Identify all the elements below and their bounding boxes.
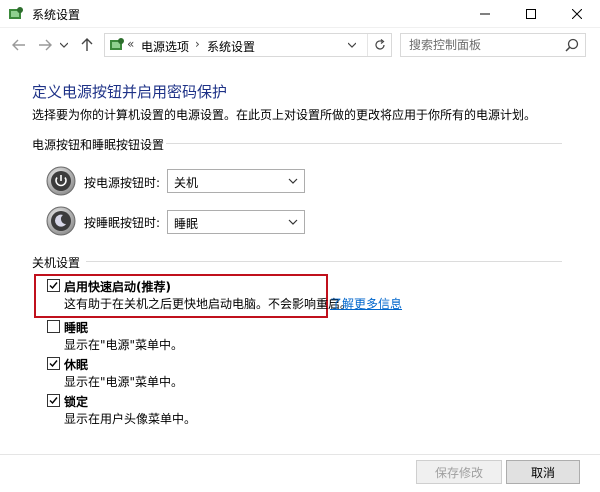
breadcrumb-overflow[interactable]: « — [127, 37, 134, 51]
shutdown-settings-group-title: 关机设置 — [32, 256, 81, 270]
chevron-down-icon — [288, 219, 298, 225]
checkmark-icon — [49, 282, 58, 290]
forward-arrow-icon — [39, 39, 52, 51]
group-divider — [166, 143, 562, 144]
close-icon — [572, 9, 582, 19]
sleep-button-label: 按睡眠按钮时: — [84, 216, 161, 230]
back-button[interactable] — [10, 36, 28, 54]
page-description: 选择要为你的计算机设置的电源设置。在此页上对设置所做的更改将应用于你所有的电源计… — [32, 108, 537, 122]
page-title: 定义电源按钮并启用密码保护 — [32, 83, 228, 101]
hibernate-option-title: 休眠 — [64, 358, 89, 372]
learn-more-link[interactable]: 了解更多信息 — [330, 295, 402, 312]
power-button-label: 按电源按钮时: — [84, 176, 161, 190]
refresh-button[interactable] — [367, 34, 391, 56]
cancel-button[interactable]: 取消 — [506, 460, 580, 484]
recent-locations-button[interactable] — [58, 36, 70, 54]
up-button[interactable] — [78, 36, 96, 54]
search-box[interactable] — [400, 33, 586, 57]
sleep-button-icon — [46, 206, 76, 236]
power-button-action-select[interactable]: 关机 — [167, 169, 305, 193]
title-bar: 系统设置 — [0, 0, 600, 28]
checkmark-icon — [49, 397, 58, 405]
lock-option-title: 锁定 — [64, 395, 89, 409]
address-bar[interactable]: « 电源选项 › 系统设置 — [104, 33, 392, 57]
address-dropdown-button[interactable] — [343, 35, 361, 55]
fast-startup-checkbox[interactable] — [47, 279, 60, 292]
lock-checkbox[interactable] — [47, 394, 60, 407]
sleep-checkbox[interactable] — [47, 320, 60, 333]
minimize-icon — [480, 13, 490, 15]
maximize-icon — [526, 9, 536, 19]
navigation-bar: « 电源选项 › 系统设置 — [0, 28, 600, 62]
checkmark-icon — [49, 360, 58, 368]
save-changes-button[interactable]: 保存修改 — [416, 460, 502, 484]
refresh-icon — [374, 39, 385, 50]
window-title: 系统设置 — [32, 8, 81, 22]
breadcrumb-system-settings[interactable]: 系统设置 — [207, 38, 255, 55]
hibernate-option-description: 显示在"电源"菜单中。 — [64, 375, 184, 389]
lock-option-description: 显示在用户头像菜单中。 — [64, 412, 197, 426]
breadcrumb-separator: › — [195, 37, 200, 51]
footer-divider — [0, 454, 600, 455]
chevron-down-icon — [288, 178, 298, 184]
power-buttons-group-title: 电源按钮和睡眠按钮设置 — [32, 138, 165, 152]
chevron-down-icon — [60, 42, 68, 48]
select-value: 睡眠 — [174, 217, 199, 231]
select-value: 关机 — [174, 176, 199, 190]
close-button[interactable] — [554, 0, 600, 28]
back-arrow-icon — [12, 39, 25, 51]
hibernate-checkbox[interactable] — [47, 357, 60, 370]
minimize-button[interactable] — [462, 0, 508, 28]
forward-button[interactable] — [36, 36, 54, 54]
chevron-down-icon — [348, 42, 356, 48]
sleep-option-description: 显示在"电源"菜单中。 — [64, 338, 184, 352]
sleep-option-title: 睡眠 — [64, 321, 89, 335]
up-arrow-icon — [81, 38, 93, 51]
power-button-icon — [46, 166, 76, 196]
search-icon[interactable] — [565, 38, 579, 52]
maximize-button[interactable] — [508, 0, 554, 28]
fast-startup-title: 启用快速启动(推荐) — [64, 280, 171, 294]
control-panel-icon — [9, 7, 23, 19]
control-panel-icon — [110, 38, 124, 50]
breadcrumb-power-options[interactable]: 电源选项 — [141, 38, 189, 55]
group-divider — [86, 261, 562, 262]
sleep-button-action-select[interactable]: 睡眠 — [167, 210, 305, 234]
fast-startup-description: 这有助于在关机之后更快地启动电脑。不会影响重启。 — [64, 297, 353, 311]
search-input[interactable] — [401, 34, 561, 56]
